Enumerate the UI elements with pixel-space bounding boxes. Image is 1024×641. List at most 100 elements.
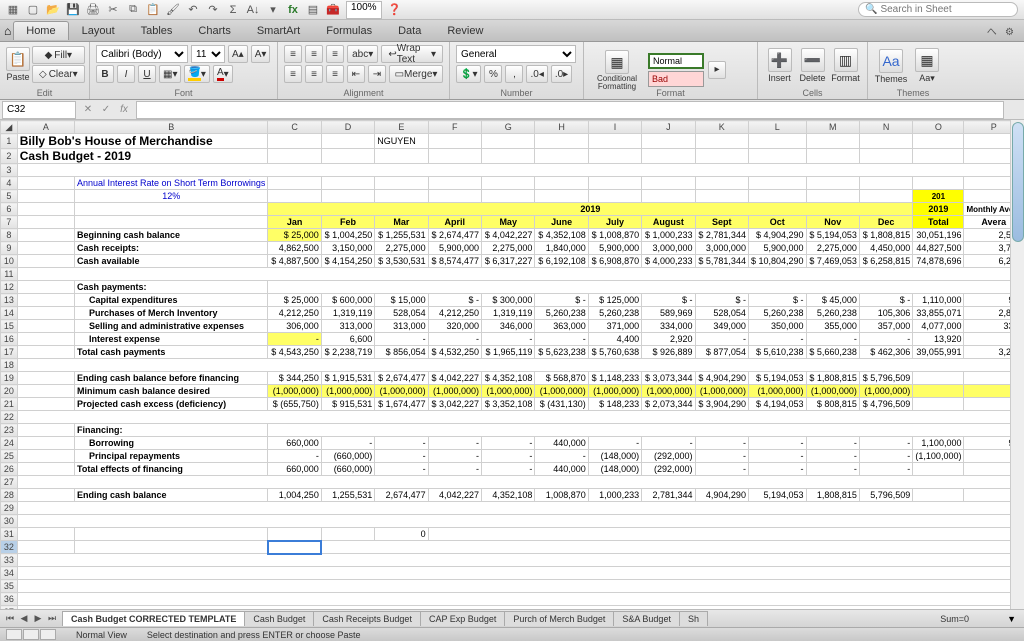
- home-icon[interactable]: ⌂: [4, 24, 11, 38]
- name-box[interactable]: C32: [2, 101, 76, 119]
- tab-formulas[interactable]: Formulas: [313, 21, 385, 41]
- title-1: Billy Bob's House of Merchandise: [17, 134, 268, 149]
- merge-button[interactable]: ▭ Merge ▾: [389, 65, 443, 83]
- italic-button[interactable]: I: [117, 65, 135, 83]
- show-formulas-icon[interactable]: ▤: [306, 3, 320, 17]
- rate-label: Annual Interest Rate on Short Term Borro…: [75, 177, 268, 190]
- open-icon[interactable]: 📂: [46, 3, 60, 17]
- number-format-select[interactable]: General: [456, 45, 576, 63]
- theme-colors-button[interactable]: ▦Aa▾: [910, 46, 944, 84]
- rate-value: 12%: [75, 190, 268, 203]
- tab-review[interactable]: Review: [434, 21, 496, 41]
- sheet-tab[interactable]: CAP Exp Budget: [420, 611, 505, 626]
- align-left[interactable]: ≡: [284, 65, 302, 83]
- dec-decimal[interactable]: .0▸: [551, 65, 572, 83]
- save-icon[interactable]: 💾: [66, 3, 80, 17]
- accept-fx-icon[interactable]: ✓: [98, 102, 114, 118]
- tab-nav-first[interactable]: ⏮: [4, 613, 16, 624]
- styles-more[interactable]: ▸: [708, 61, 726, 79]
- tab-charts[interactable]: Charts: [185, 21, 243, 41]
- sheet-tab[interactable]: S&A Budget: [613, 611, 680, 626]
- tab-nav-prev[interactable]: ◀: [18, 613, 30, 624]
- redo-icon[interactable]: ↷: [206, 3, 220, 17]
- tab-home[interactable]: Home: [13, 21, 68, 40]
- search-input[interactable]: [880, 4, 1011, 15]
- worksheet[interactable]: ◢ABCDEFGHIJKLMNOP 1Billy Bob's House of …: [0, 120, 1024, 609]
- search-box[interactable]: 🔍: [858, 2, 1018, 17]
- help-icon[interactable]: ❓: [388, 3, 402, 17]
- sheet-tab[interactable]: Sh: [679, 611, 708, 626]
- select-all[interactable]: ◢: [1, 121, 18, 134]
- paste-button[interactable]: 📋Paste: [6, 44, 30, 83]
- delete-cells-button[interactable]: ➖Delete: [797, 46, 828, 83]
- sheet-tab[interactable]: Cash Receipts Budget: [313, 611, 421, 626]
- sort-icon[interactable]: A↓: [246, 3, 260, 17]
- col-B[interactable]: B: [75, 121, 268, 134]
- fx-toolbar-icon[interactable]: fx: [286, 3, 300, 17]
- fill-color-button[interactable]: 🪣▾: [184, 65, 209, 83]
- active-cell[interactable]: [268, 541, 321, 554]
- font-color-button[interactable]: A▾: [213, 65, 233, 83]
- cancel-fx-icon[interactable]: ✕: [80, 102, 96, 118]
- toolbox-icon[interactable]: 🧰: [326, 3, 340, 17]
- autosum-icon[interactable]: Σ: [226, 3, 240, 17]
- themes-button[interactable]: AaThemes: [874, 46, 908, 84]
- tab-nav-last[interactable]: ⏭: [46, 613, 58, 624]
- align-center[interactable]: ≡: [305, 65, 323, 83]
- undo-icon[interactable]: ↶: [186, 3, 200, 17]
- comma-button[interactable]: ,: [505, 65, 523, 83]
- align-right[interactable]: ≡: [326, 65, 344, 83]
- vertical-scrollbar[interactable]: [1010, 120, 1024, 609]
- col-A[interactable]: A: [17, 121, 74, 134]
- percent-button[interactable]: %: [484, 65, 502, 83]
- align-mid[interactable]: ≡: [305, 45, 323, 63]
- tab-data[interactable]: Data: [385, 21, 434, 41]
- tab-smartart[interactable]: SmartArt: [244, 21, 313, 41]
- font-name-select[interactable]: Calibri (Body): [96, 45, 188, 63]
- clear-button[interactable]: ◇ Clear ▾: [32, 65, 85, 83]
- wrap-text-button[interactable]: ↩ Wrap Text ▾: [381, 45, 443, 63]
- format-cells-button[interactable]: ▥Format: [830, 46, 861, 83]
- font-size-select[interactable]: 11: [191, 45, 225, 63]
- underline-button[interactable]: U: [138, 65, 156, 83]
- conditional-formatting-button[interactable]: ▦Conditional Formatting: [590, 48, 644, 91]
- grow-font[interactable]: A▴: [228, 45, 248, 63]
- align-top[interactable]: ≡: [284, 45, 302, 63]
- insert-cells-button[interactable]: ➕Insert: [764, 46, 795, 83]
- fx-icon[interactable]: fx: [116, 102, 132, 118]
- border-button[interactable]: ▦▾: [159, 65, 181, 83]
- new-icon[interactable]: ▢: [26, 3, 40, 17]
- filter-icon[interactable]: ▾: [266, 3, 280, 17]
- tab-tables[interactable]: Tables: [128, 21, 186, 41]
- copy-icon[interactable]: ⧉: [126, 3, 140, 17]
- zero-value: 0: [375, 528, 428, 541]
- grid[interactable]: ◢ABCDEFGHIJKLMNOP 1Billy Bob's House of …: [0, 120, 1024, 609]
- bold-button[interactable]: B: [96, 65, 114, 83]
- mac-toolbar: ▦ ▢ 📂 💾 🖨 ✂ ⧉ 📋 🖌 ↶ ↷ Σ A↓ ▾ fx ▤ 🧰 100%…: [0, 0, 1024, 20]
- print-icon[interactable]: 🖨: [86, 3, 100, 17]
- indent-inc[interactable]: ⇥: [368, 65, 386, 83]
- orientation-button[interactable]: abc▾: [347, 45, 378, 63]
- inc-decimal[interactable]: .0◂: [526, 65, 547, 83]
- zoom-select[interactable]: 100%: [346, 1, 382, 19]
- format-painter-icon[interactable]: 🖌: [166, 3, 180, 17]
- tab-layout[interactable]: Layout: [69, 21, 128, 41]
- sheet-tab[interactable]: Purch of Merch Budget: [504, 611, 614, 626]
- shrink-font[interactable]: A▾: [251, 45, 271, 63]
- paste-icon[interactable]: 📋: [146, 3, 160, 17]
- tab-nav-next[interactable]: ▶: [32, 613, 44, 624]
- ribbon-collapse[interactable]: へ ⚙: [981, 23, 1020, 38]
- formula-bar[interactable]: [136, 101, 1004, 119]
- indent-dec[interactable]: ⇤: [347, 65, 365, 83]
- accounting-button[interactable]: 💲▾: [456, 65, 481, 83]
- ribbon-tabs: ⌂ Home Layout Tables Charts SmartArt For…: [0, 20, 1024, 42]
- cut-icon[interactable]: ✂: [106, 3, 120, 17]
- sheet-tab-strip: ⏮ ◀ ▶ ⏭ Cash Budget CORRECTED TEMPLATE C…: [0, 609, 1024, 627]
- view-buttons[interactable]: [6, 629, 56, 640]
- style-bad[interactable]: Bad: [648, 71, 704, 87]
- style-normal[interactable]: Normal: [648, 53, 704, 69]
- fill-button[interactable]: ◆ Fill ▾: [32, 46, 85, 64]
- sheet-tab[interactable]: Cash Budget: [244, 611, 314, 626]
- sheet-tab-active[interactable]: Cash Budget CORRECTED TEMPLATE: [62, 611, 245, 626]
- align-bot[interactable]: ≡: [326, 45, 344, 63]
